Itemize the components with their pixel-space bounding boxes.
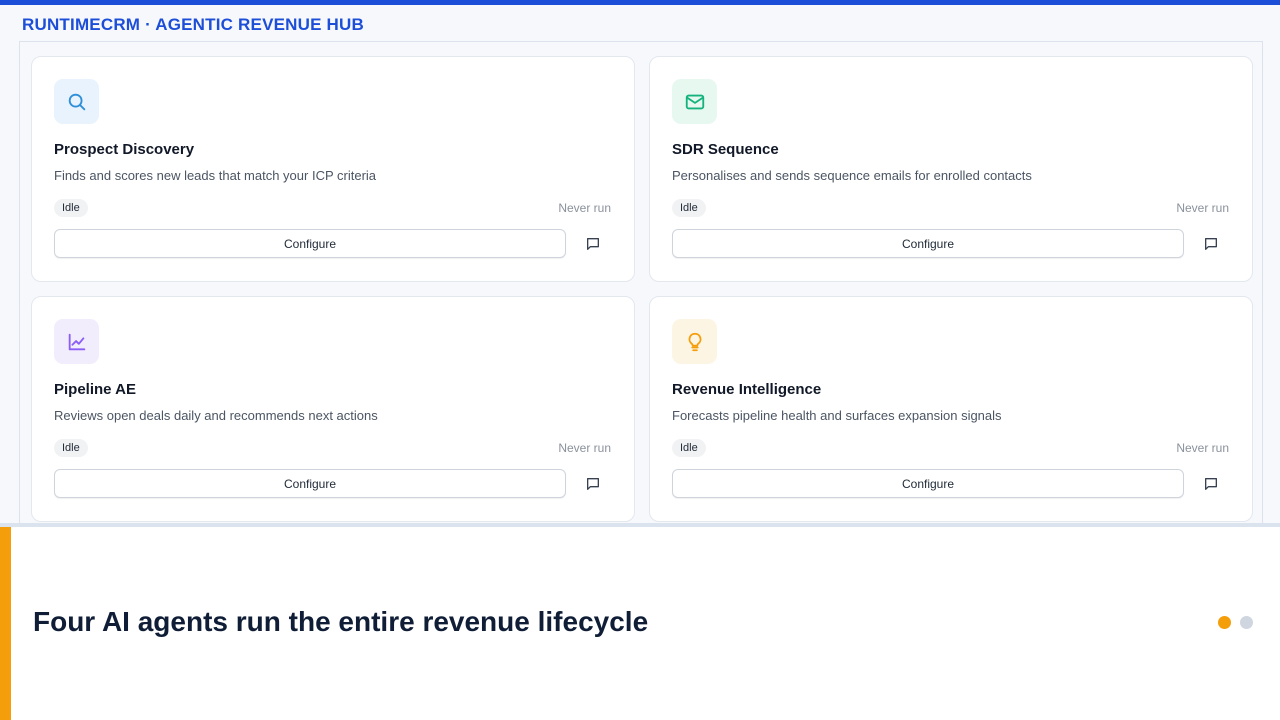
agent-description: Reviews open deals daily and recommends …	[54, 408, 378, 423]
status-badge: Idle	[54, 439, 88, 457]
agent-card-pipeline-ae: Pipeline AE Reviews open deals daily and…	[31, 296, 635, 522]
agent-icon-tile	[672, 319, 717, 364]
agent-description: Forecasts pipeline health and surfaces e…	[672, 408, 1002, 423]
configure-button[interactable]: Configure	[672, 229, 1184, 258]
agent-description: Personalises and sends sequence emails f…	[672, 168, 1032, 183]
chat-button[interactable]	[1199, 472, 1223, 496]
chat-button[interactable]	[581, 232, 605, 256]
caption-panel: Four AI agents run the entire revenue li…	[0, 527, 1280, 720]
agent-title: Revenue Intelligence	[672, 381, 822, 398]
message-square-icon	[587, 478, 599, 490]
configure-button[interactable]: Configure	[672, 469, 1184, 498]
agent-icon-tile	[54, 319, 99, 364]
pagination-dot-1[interactable]	[1218, 616, 1231, 629]
chat-button[interactable]	[1199, 232, 1223, 256]
agent-icon-tile	[672, 79, 717, 124]
line-chart-icon	[68, 333, 85, 350]
chat-button[interactable]	[581, 472, 605, 496]
agent-card-prospect-discovery: Prospect Discovery Finds and scores new …	[31, 56, 635, 282]
app-screenshot-area: RUNTIMECRM · AGENTIC REVENUE HUB Prospec…	[0, 5, 1280, 527]
agent-title: SDR Sequence	[672, 141, 779, 158]
last-run-label: Never run	[558, 441, 611, 455]
slide-headline: Four AI agents run the entire revenue li…	[33, 606, 649, 637]
last-run-label: Never run	[1176, 441, 1229, 455]
agent-grid-frame: Prospect Discovery Finds and scores new …	[19, 41, 1263, 527]
message-square-icon	[1205, 238, 1217, 250]
agent-card-revenue-intelligence: Revenue Intelligence Forecasts pipeline …	[649, 296, 1253, 522]
status-badge: Idle	[672, 199, 706, 217]
configure-button[interactable]: Configure	[54, 469, 566, 498]
last-run-label: Never run	[1176, 201, 1229, 215]
agent-card-sdr-sequence: SDR Sequence Personalises and sends sequ…	[649, 56, 1253, 282]
mail-icon	[685, 94, 704, 109]
lightbulb-icon	[688, 332, 701, 351]
last-run-label: Never run	[558, 201, 611, 215]
orange-accent-bar	[0, 527, 11, 720]
status-badge: Idle	[672, 439, 706, 457]
message-square-icon	[587, 238, 599, 250]
agent-title: Pipeline AE	[54, 381, 136, 398]
status-badge: Idle	[54, 199, 88, 217]
brand-title: RUNTIMECRM · AGENTIC REVENUE HUB	[22, 15, 364, 34]
agent-description: Finds and scores new leads that match yo…	[54, 168, 377, 183]
configure-button[interactable]: Configure	[54, 229, 566, 258]
agent-title: Prospect Discovery	[54, 141, 195, 158]
message-square-icon	[1205, 478, 1217, 490]
search-icon	[68, 93, 85, 110]
pagination-dot-2[interactable]	[1240, 616, 1253, 629]
agent-icon-tile	[54, 79, 99, 124]
